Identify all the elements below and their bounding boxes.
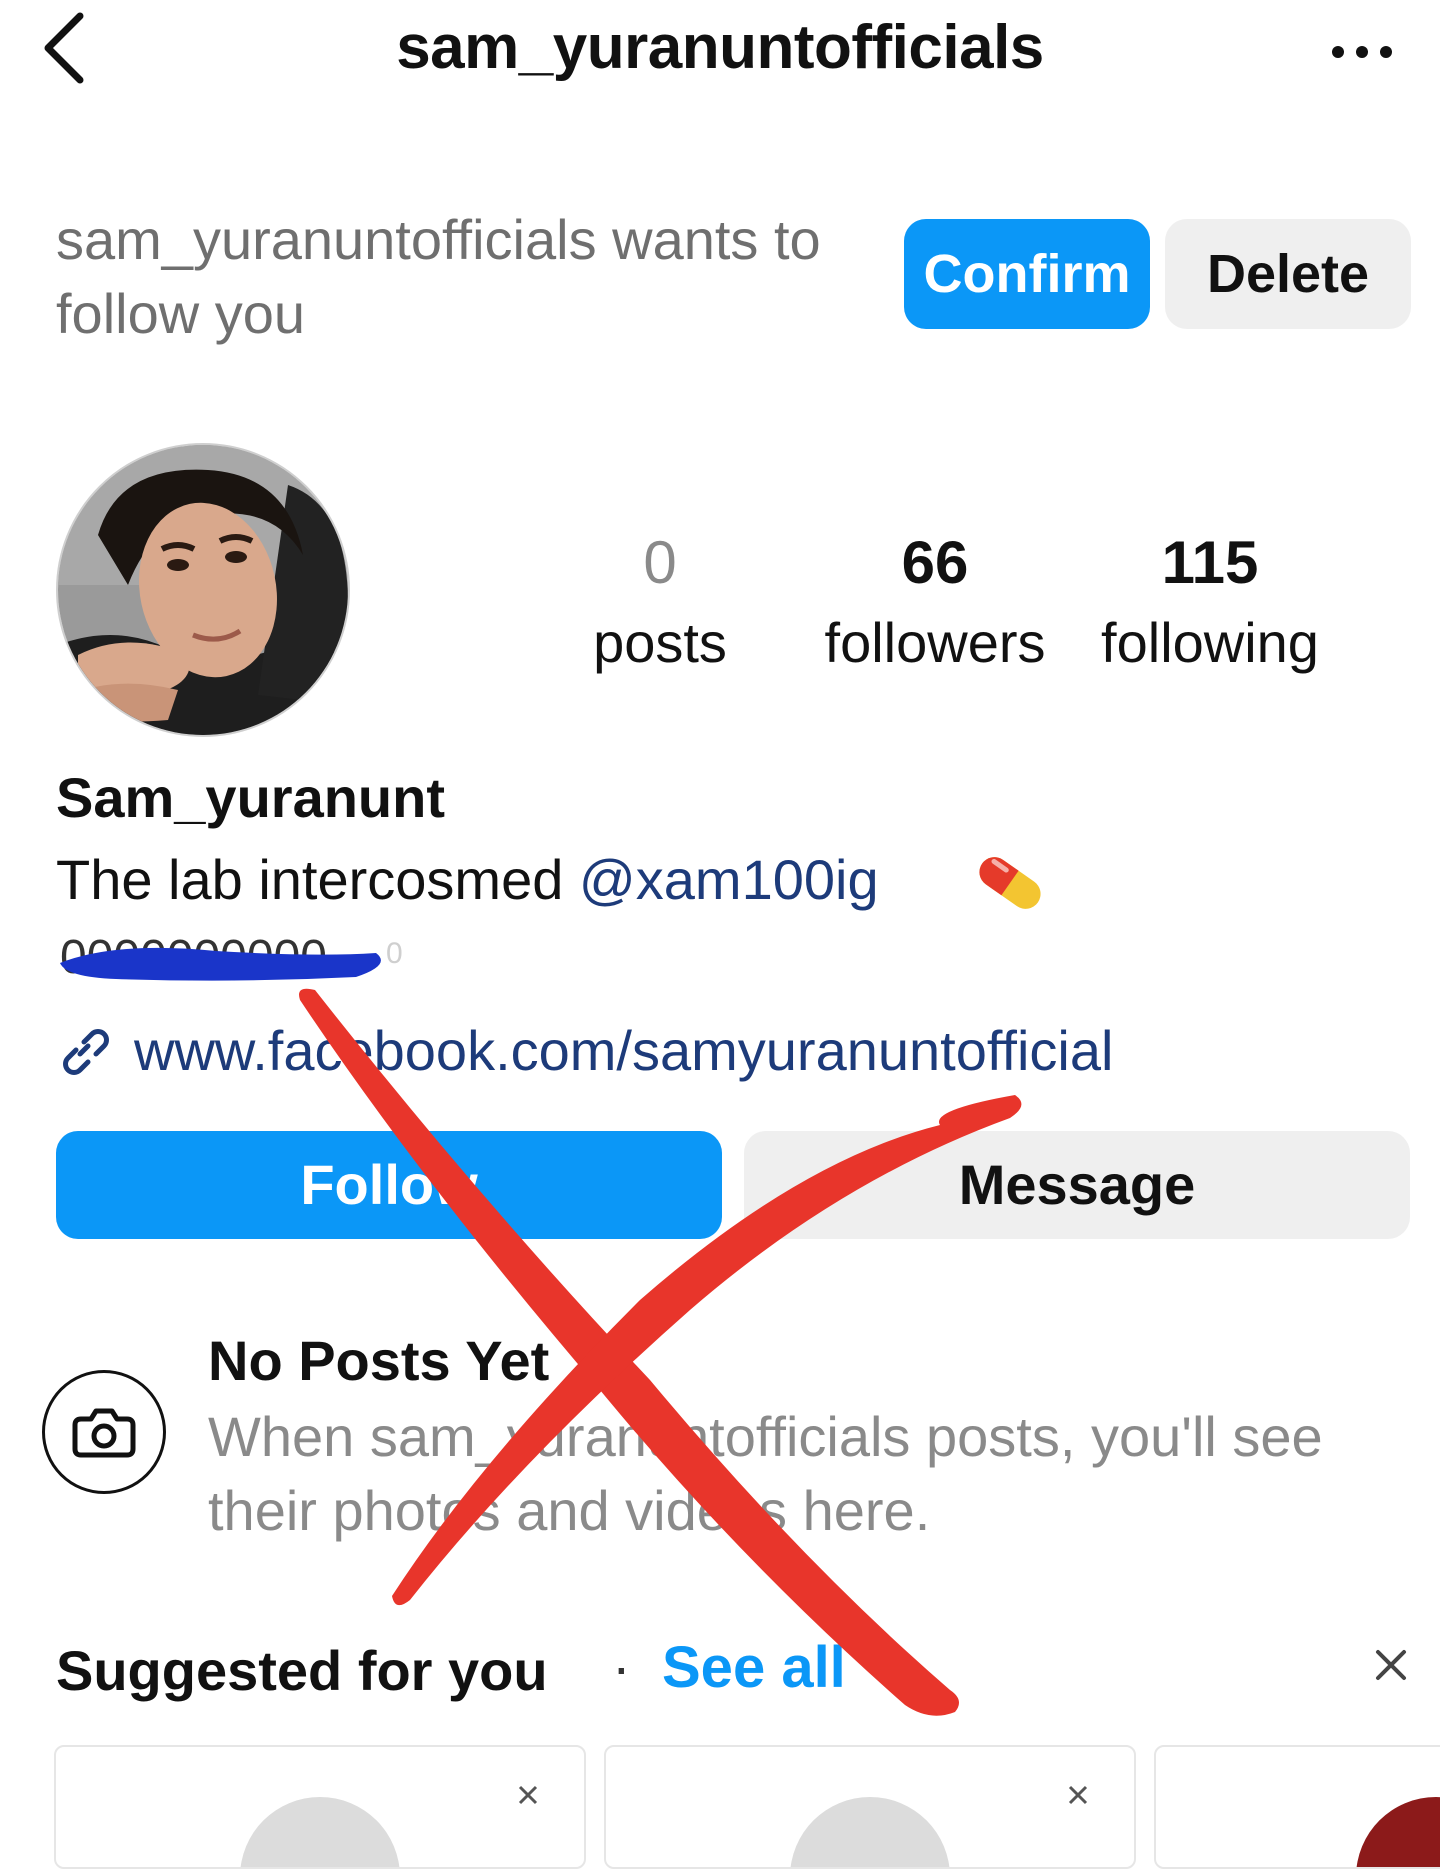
close-icon (1376, 1650, 1406, 1680)
suggested-card[interactable] (54, 1745, 586, 1872)
suggested-card[interactable] (1154, 1745, 1440, 1872)
follow-button[interactable]: Follow (56, 1131, 722, 1239)
suggested-title: Suggested for you (56, 1639, 548, 1702)
profile-link-text[interactable]: www.facebook.com/samyuranuntofficial (134, 1019, 1113, 1082)
following-label[interactable]: following (1080, 610, 1340, 675)
see-all-link[interactable]: See all (662, 1634, 846, 1701)
bio-text: The lab intercosmed (56, 848, 579, 911)
followers-count[interactable]: 66 (800, 528, 1070, 597)
bio: The lab intercosmed @xam100ig (56, 847, 879, 912)
empty-state-title: No Posts Yet (208, 1329, 550, 1392)
more-horizontal-icon (1332, 46, 1392, 58)
link-icon (63, 1029, 109, 1075)
page-title: sam_yuranuntofficials (396, 13, 1044, 82)
svg-text:0: 0 (386, 937, 403, 970)
more-options-button[interactable] (1320, 20, 1410, 80)
close-icon (1068, 1785, 1088, 1805)
display-name: Sam_yuranunt (56, 766, 445, 829)
bio-mention-link[interactable]: @xam100ig (579, 848, 879, 911)
profile-link[interactable]: www.facebook.com/samyuranuntofficial (56, 1018, 1113, 1083)
following-count[interactable]: 115 (1080, 528, 1340, 597)
camera-icon-circle (42, 1370, 166, 1494)
camera-icon (72, 1408, 136, 1458)
confirm-button[interactable]: Confirm (904, 219, 1150, 329)
pill-icon (970, 848, 1050, 918)
posts-label: posts (593, 611, 727, 674)
posts-count: 0 (643, 529, 677, 596)
close-icon (518, 1785, 538, 1805)
separator-dot: · (612, 1635, 631, 1698)
delete-button[interactable]: Delete (1165, 219, 1411, 329)
follow-request-text: sam_yuranuntofficials wants to follow yo… (56, 208, 821, 345)
message-button[interactable]: Message (744, 1131, 1410, 1239)
redacted-phone-scribble: 0000000000 0 (56, 925, 476, 985)
suggested-card[interactable] (604, 1745, 1136, 1872)
empty-state-text: When sam_yuranuntofficials posts, you'll… (208, 1405, 1323, 1542)
close-suggestions-button[interactable] (1366, 1640, 1416, 1690)
followers-label[interactable]: followers (800, 610, 1070, 675)
avatar[interactable] (56, 443, 350, 737)
